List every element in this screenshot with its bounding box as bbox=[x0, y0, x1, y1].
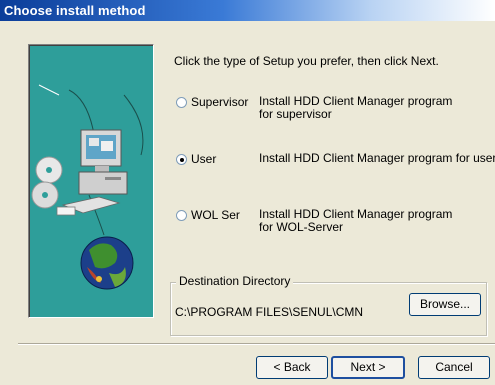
destination-group-label: Destination Directory bbox=[176, 274, 294, 288]
install-dialog: Choose install method Click the type of … bbox=[0, 0, 495, 385]
computer-globe-illustration bbox=[31, 84, 144, 290]
browse-button[interactable]: Browse... bbox=[409, 293, 481, 316]
radio-wol-server[interactable] bbox=[176, 210, 187, 221]
title-bar[interactable]: Choose install method bbox=[0, 0, 495, 21]
instruction-text: Click the type of Setup you prefer, then… bbox=[174, 54, 439, 68]
radio-user[interactable] bbox=[176, 154, 187, 165]
setup-illustration bbox=[28, 44, 154, 318]
next-button[interactable]: Next > bbox=[331, 356, 405, 379]
option-label-user[interactable]: User bbox=[191, 152, 216, 166]
button-separator bbox=[18, 343, 495, 345]
radio-supervisor[interactable] bbox=[176, 97, 187, 108]
option-description-user: Install HDD Client Manager program for u… bbox=[259, 151, 495, 165]
destination-path: C:\PROGRAM FILES\SENUL\CMN bbox=[175, 305, 364, 319]
cancel-button[interactable]: Cancel bbox=[418, 356, 490, 379]
option-label-wol-server[interactable]: WOL Ser bbox=[191, 208, 240, 222]
option-description-wol-server: Install HDD Client Manager program for W… bbox=[259, 207, 453, 234]
option-description-supervisor: Install HDD Client Manager program for s… bbox=[259, 94, 453, 121]
option-label-supervisor[interactable]: Supervisor bbox=[191, 95, 248, 109]
window-title: Choose install method bbox=[4, 3, 146, 18]
back-button[interactable]: < Back bbox=[256, 356, 328, 379]
